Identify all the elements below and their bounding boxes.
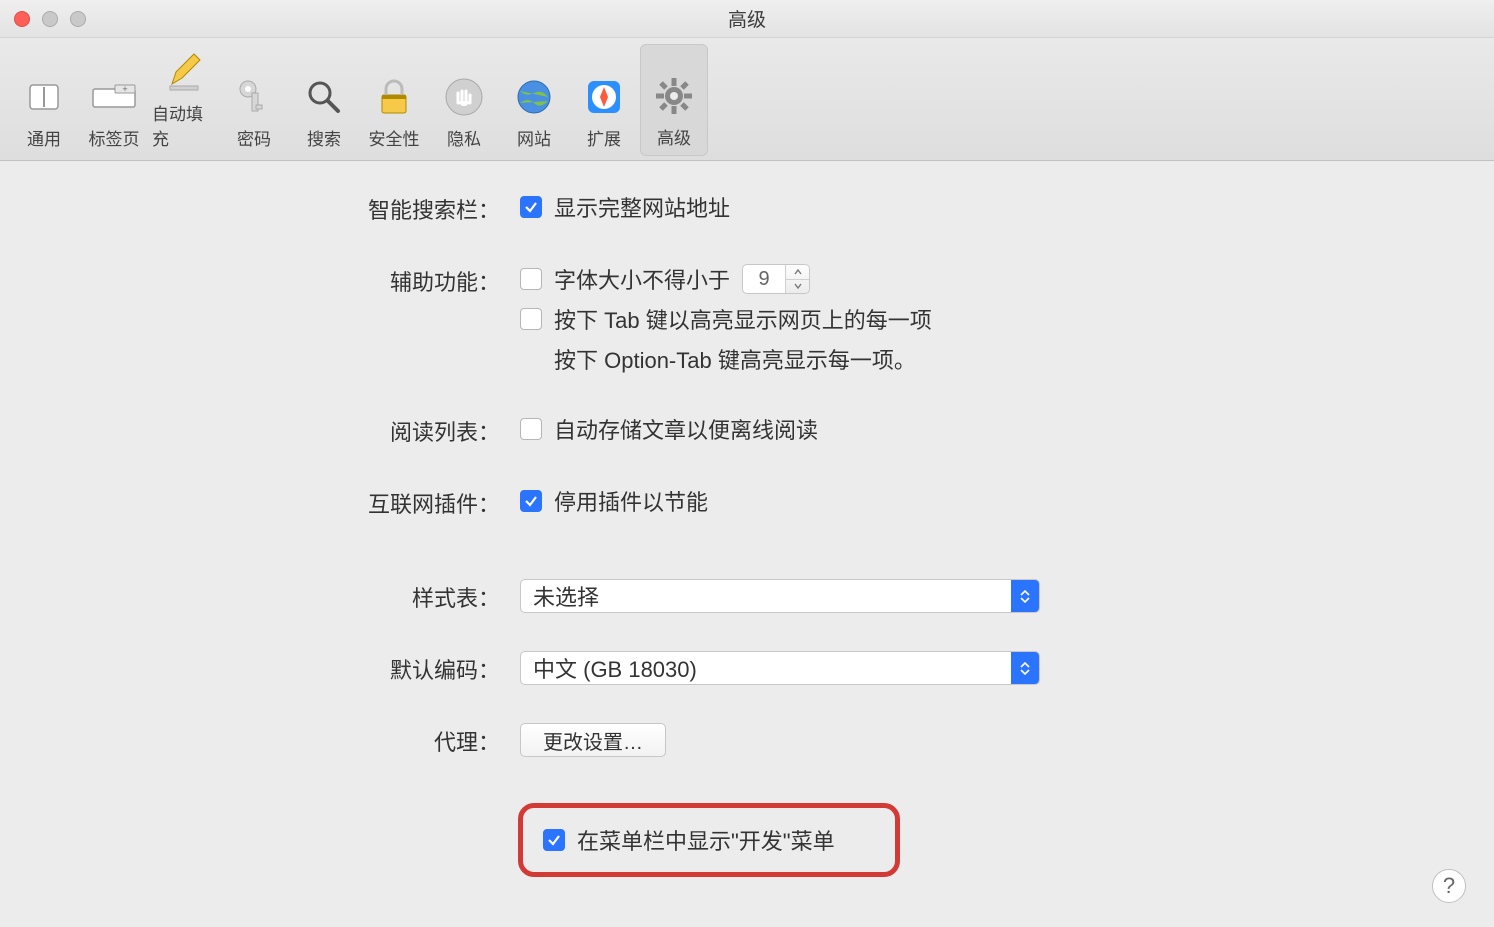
svg-text:+: + xyxy=(122,84,127,94)
window-title: 高级 xyxy=(0,5,1494,32)
toolbar-label: 扩展 xyxy=(587,125,621,150)
checkbox-icon xyxy=(520,418,542,440)
toolbar-passwords[interactable]: 密码 xyxy=(220,44,288,156)
min-font-stepper[interactable]: 9 xyxy=(742,264,810,294)
window-minimize-button[interactable] xyxy=(42,11,58,27)
cb-label: 字体大小不得小于 xyxy=(554,263,730,295)
cb-label: 停用插件以节能 xyxy=(554,485,708,517)
cb-min-font[interactable]: 字体大小不得小于 xyxy=(520,263,730,295)
key-icon xyxy=(230,73,278,121)
label-plugins: 互联网插件： xyxy=(40,485,500,519)
button-label: 更改设置… xyxy=(543,726,643,755)
row-stylesheet: 样式表： 未选择 xyxy=(40,579,1454,613)
question-icon: ? xyxy=(1443,873,1455,899)
toolbar-privacy[interactable]: 隐私 xyxy=(430,44,498,156)
cb-stop-plugins[interactable]: 停用插件以节能 xyxy=(520,485,708,517)
toolbar-extensions[interactable]: 扩展 xyxy=(570,44,638,156)
label-smart-search: 智能搜索栏： xyxy=(40,191,500,225)
checkbox-icon xyxy=(543,829,565,851)
globe-icon xyxy=(510,73,558,121)
toolbar-websites[interactable]: 网站 xyxy=(500,44,568,156)
toolbar-label: 高级 xyxy=(657,124,691,149)
toolbar-label: 网站 xyxy=(517,125,551,150)
hand-icon xyxy=(440,73,488,121)
label-stylesheet: 样式表： xyxy=(40,579,500,613)
toolbar-advanced[interactable]: 高级 xyxy=(640,44,708,156)
pencil-icon xyxy=(160,48,208,96)
toolbar-label: 自动填充 xyxy=(152,100,216,150)
row-reading-list: 阅读列表： 自动存储文章以便离线阅读 xyxy=(40,413,1454,447)
traffic-lights xyxy=(0,11,86,27)
chevron-up-icon[interactable] xyxy=(786,265,809,280)
checkbox-icon xyxy=(520,308,542,330)
select-value: 未选择 xyxy=(533,580,599,612)
select-arrows-icon xyxy=(1011,580,1039,612)
tabs-icon: + xyxy=(90,73,138,121)
switch-icon xyxy=(20,73,68,121)
stepper-buttons[interactable] xyxy=(785,265,809,293)
toolbar-label: 密码 xyxy=(237,125,271,150)
row-plugins: 互联网插件： 停用插件以节能 xyxy=(40,485,1454,519)
toolbar-label: 通用 xyxy=(27,125,61,150)
cb-dev-menu[interactable]: 在菜单栏中显示"开发"菜单 xyxy=(543,824,835,856)
label-encoding: 默认编码： xyxy=(40,651,500,685)
compass-icon xyxy=(580,73,628,121)
chevron-down-icon[interactable] xyxy=(786,280,809,294)
toolbar-label: 搜索 xyxy=(307,125,341,150)
toolbar-tabs[interactable]: + 标签页 xyxy=(80,44,148,156)
checkbox-icon xyxy=(520,196,542,218)
cb-label: 在菜单栏中显示"开发"菜单 xyxy=(577,824,835,856)
titlebar: 高级 xyxy=(0,0,1494,38)
window-zoom-button[interactable] xyxy=(70,11,86,27)
row-smart-search: 智能搜索栏： 显示完整网站地址 xyxy=(40,191,1454,225)
help-button[interactable]: ? xyxy=(1432,869,1466,903)
toolbar-security[interactable]: 安全性 xyxy=(360,44,428,156)
cb-label: 按下 Tab 键以高亮显示网页上的每一项 xyxy=(554,303,932,335)
gear-icon xyxy=(650,72,698,120)
highlight-box: 在菜单栏中显示"开发"菜单 xyxy=(518,803,900,877)
cb-tab-highlight[interactable]: 按下 Tab 键以高亮显示网页上的每一项 xyxy=(520,303,932,335)
row-proxy: 代理： 更改设置… xyxy=(40,723,1454,757)
cb-label: 显示完整网站地址 xyxy=(554,191,730,223)
cb-label: 自动存储文章以便离线阅读 xyxy=(554,413,818,445)
toolbar-label: 标签页 xyxy=(89,125,140,150)
prefs-content: 智能搜索栏： 显示完整网站地址 辅助功能： 字体大小不得小于 xyxy=(0,161,1494,927)
toolbar-label: 隐私 xyxy=(447,125,481,150)
select-encoding[interactable]: 中文 (GB 18030) xyxy=(520,651,1040,685)
label-accessibility: 辅助功能： xyxy=(40,263,500,297)
select-arrows-icon xyxy=(1011,652,1039,684)
row-encoding: 默认编码： 中文 (GB 18030) xyxy=(40,651,1454,685)
label-proxy: 代理： xyxy=(40,723,500,757)
stepper-value: 9 xyxy=(743,268,785,291)
cb-save-offline[interactable]: 自动存储文章以便离线阅读 xyxy=(520,413,818,445)
toolbar-label: 安全性 xyxy=(369,125,420,150)
cb-show-full-address[interactable]: 显示完整网站地址 xyxy=(520,191,730,223)
change-proxy-button[interactable]: 更改设置… xyxy=(520,723,666,757)
magnifier-icon xyxy=(300,73,348,121)
option-tab-note: 按下 Option-Tab 键高亮显示每一项。 xyxy=(520,343,932,375)
row-accessibility: 辅助功能： 字体大小不得小于 9 xyxy=(40,263,1454,375)
label-reading-list: 阅读列表： xyxy=(40,413,500,447)
toolbar-search[interactable]: 搜索 xyxy=(290,44,358,156)
lock-icon xyxy=(370,73,418,121)
select-value: 中文 (GB 18030) xyxy=(533,652,697,684)
checkbox-icon xyxy=(520,490,542,512)
select-stylesheet[interactable]: 未选择 xyxy=(520,579,1040,613)
toolbar-general[interactable]: 通用 xyxy=(10,44,78,156)
prefs-toolbar: 通用 + 标签页 自动填充 密 xyxy=(0,38,1494,161)
window-close-button[interactable] xyxy=(14,11,30,27)
checkbox-icon xyxy=(520,268,542,290)
toolbar-autofill[interactable]: 自动填充 xyxy=(150,44,218,156)
